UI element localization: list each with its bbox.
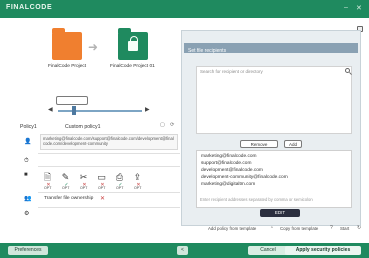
start-icon: ↻ xyxy=(357,225,362,231)
dest-project-label: FinalCode Project 01 xyxy=(110,64,155,69)
slider-left-arrow-icon[interactable]: ◀ xyxy=(48,106,53,113)
divider xyxy=(38,153,180,154)
recipient-hint: Enter recipient addresses separated by c… xyxy=(200,197,313,202)
transfer-denied-icon: ✕ xyxy=(100,196,106,202)
lock-icon xyxy=(128,36,138,51)
minimize-button[interactable]: – xyxy=(344,4,348,11)
close-button[interactable]: ✕ xyxy=(356,4,362,12)
transfer-icon: 👥 xyxy=(24,196,32,202)
add-from-template-link[interactable]: Add policy from template xyxy=(208,226,256,231)
recipient-item[interactable]: marketing@finalcode.com xyxy=(201,154,257,159)
transfer-label: Transfer file ownership xyxy=(44,196,94,201)
permissions-icon: ■ xyxy=(24,172,28,178)
edit-recipients-button[interactable]: EDIT xyxy=(260,209,300,217)
recipient-item[interactable]: marketing@digitaltm.com xyxy=(201,182,255,187)
top-bar: FINALCODE – ✕ xyxy=(0,0,369,18)
start-link[interactable]: Start xyxy=(340,226,349,231)
footer-links-3: Start xyxy=(340,226,349,231)
recipients-header: Set file recipients xyxy=(188,48,227,54)
perm-label-export: OPT xyxy=(134,186,142,190)
slider-tooltip xyxy=(56,96,88,105)
recipient-search-placeholder: Search for recipient or directory xyxy=(200,69,263,74)
perm-label-edit: OPT xyxy=(62,186,70,190)
help-icon: ? xyxy=(330,225,333,231)
source-project-label: FinalCode Project xyxy=(48,64,87,69)
divider xyxy=(38,207,180,208)
recipient-search-box[interactable] xyxy=(196,66,352,134)
copy-from-template-link[interactable]: Copy from template xyxy=(280,226,318,231)
remove-button[interactable]: Remove xyxy=(240,140,278,148)
divider xyxy=(38,192,180,193)
perm-label-screen: OPT xyxy=(98,186,106,190)
perm-label-print: OPT xyxy=(116,186,124,190)
recipient-item[interactable]: development@finalcode.com xyxy=(201,168,263,173)
apply-security-policies-button[interactable]: Apply security policies xyxy=(285,246,361,255)
back-button[interactable]: < xyxy=(177,246,188,255)
template-icon: ◔ xyxy=(270,225,274,231)
policy-title: Policy1 xyxy=(20,124,37,130)
preferences-button[interactable]: Preferences xyxy=(8,246,48,255)
policy-actions-icons[interactable]: ▢ ⟳ xyxy=(160,122,176,128)
policy-name: Custom policy1 xyxy=(65,124,101,130)
perm-label-cut: OPT xyxy=(80,186,88,190)
footer-links-2: Copy from template xyxy=(280,226,318,231)
arrow-right-icon: ➜ xyxy=(88,40,99,54)
source-folder-icon xyxy=(52,28,82,60)
add-button[interactable]: Add xyxy=(284,140,302,148)
app-title: FINALCODE xyxy=(6,4,53,11)
dest-folder-icon xyxy=(118,28,148,60)
recipient-item[interactable]: development-community@finalcode.com xyxy=(201,175,288,180)
perm-label-view: OPT xyxy=(44,186,52,190)
timer-icon: ⏱ xyxy=(24,158,29,164)
settings-icon: ⚙ xyxy=(24,211,30,217)
search-icon[interactable] xyxy=(345,68,350,73)
emails-text: marketing@finalcode.com/support@finalcod… xyxy=(43,136,174,146)
divider xyxy=(38,166,180,167)
recipient-item[interactable]: support@finalcode.com xyxy=(201,161,251,166)
policy-slider-track[interactable] xyxy=(58,110,142,112)
slider-right-arrow-icon[interactable]: ▶ xyxy=(145,106,150,113)
policy-slider-thumb[interactable] xyxy=(72,106,76,115)
footer-links: Add policy from template xyxy=(208,226,256,231)
users-icon: 👤 xyxy=(24,139,32,145)
cancel-button[interactable]: Cancel xyxy=(248,246,288,255)
